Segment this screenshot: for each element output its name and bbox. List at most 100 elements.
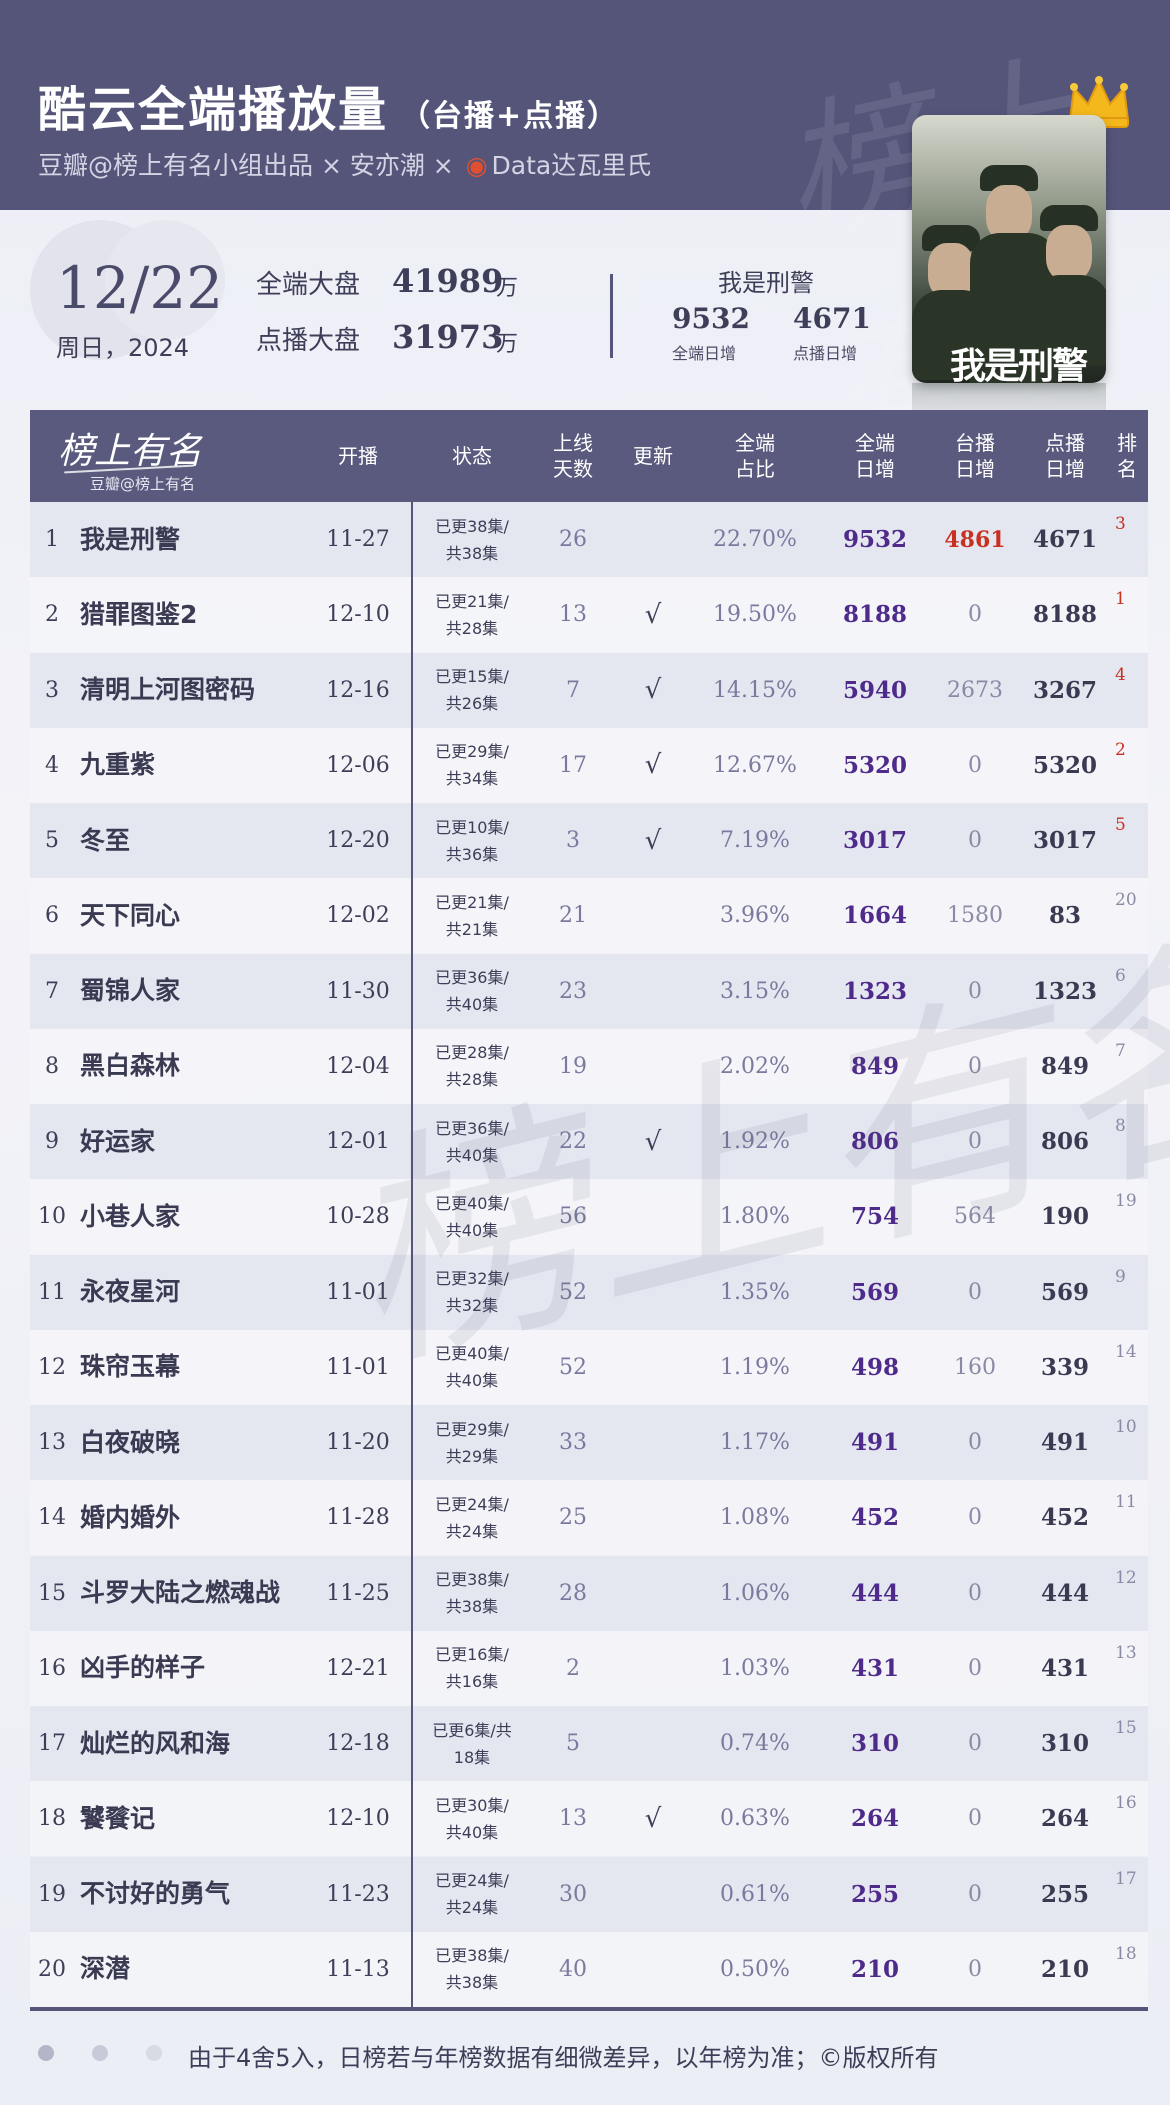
row-start-date: 11-25 [326,1580,390,1606]
row-vod-daily: 444 [1040,1579,1089,1607]
row-status-line2: 共40集 [445,1822,499,1842]
row-status-line1: 已更36集/ [435,1118,509,1138]
page-title: 酷云全端播放量 （台播+点播） [38,70,619,140]
row-start-date: 11-01 [326,1279,390,1305]
byline: 豆瓣@榜上有名小组出品 × 安亦潮 × ◉ Data达瓦里氏 [38,146,651,182]
row-status-line1: 已更40集/ [435,1193,509,1213]
header-status: 状态 [452,444,492,468]
row-status: 已更40集/共40集 [416,1330,528,1405]
row-name: 九重紫 [80,750,156,780]
title-main: 酷云全端播放量 [38,82,389,138]
header-total-line1: 全端 [855,431,895,455]
row-name: 深潜 [80,1954,131,1984]
row-update-check [618,1706,688,1781]
row-status: 已更30集/共40集 [416,1781,528,1856]
row-status-line2: 共34集 [445,769,499,789]
featured-total-label: 全端日增 [672,344,737,363]
row-status-line1: 已更36集/ [435,968,509,987]
row-status-line2: 共16集 [445,1672,499,1692]
header-share-line2: 占比 [735,457,775,481]
row-status: 已更40集/共40集 [416,1179,528,1254]
row-total-daily: 5940 [842,676,907,704]
row-share: 2.02% [720,1053,790,1079]
row-status-line1: 已更40集/ [435,1344,509,1364]
row-share: 0.61% [720,1881,790,1907]
header-share: 全端 占比 [690,430,820,482]
header-update: 更新 [633,444,673,468]
row-status-line1: 已更30集/ [435,1795,509,1815]
row-total-daily: 569 [850,1278,899,1306]
row-tv-daily: 564 [954,1204,996,1230]
row-days-online: 21 [559,903,587,929]
row-days-online: 28 [559,1580,587,1606]
row-vod-daily: 8188 [1032,601,1097,629]
header-vod: 点播 日增 [1015,430,1115,482]
row-days-online: 30 [559,1881,587,1907]
row-status-line2: 共24集 [445,1521,499,1541]
byline-suffix: Data达瓦里氏 [491,151,652,180]
header-days: 上线 天数 [530,430,616,482]
row-status: 已更15集/共26集 [416,653,528,728]
row-start-date: 10-28 [326,1204,390,1230]
row-total-daily: 310 [850,1730,899,1757]
featured-vod-label: 点播日增 [793,344,858,363]
row-vod-daily: 3267 [1032,676,1097,704]
footer-dot-2 [92,2045,108,2061]
row-start-date: 11-30 [326,978,390,1004]
row-position: 7 [1115,1040,1126,1061]
row-tv-daily: 0 [968,1655,982,1681]
row-rank: 1 [45,527,59,552]
row-status-line1: 已更21集/ [435,591,509,611]
row-total-daily: 9532 [842,526,907,553]
weekday-year: 周日，2024 [56,334,190,362]
row-start-date: 12-21 [326,1655,390,1681]
row-vod-daily: 310 [1040,1730,1089,1757]
row-name: 珠帘玉幕 [80,1352,181,1382]
row-total-daily: 1664 [842,902,907,930]
featured-vod-value: 4671 [793,302,871,335]
row-position: 16 [1115,1793,1137,1814]
row-tv-daily: 1580 [947,903,1003,929]
row-status-line1: 已更6集/共 [432,1720,512,1740]
row-vod-daily: 3017 [1032,827,1097,854]
row-status-line2: 共26集 [445,694,499,713]
row-status: 已更28集/共28集 [416,1029,528,1104]
status-column-divider [411,502,413,2007]
row-days-online: 17 [559,752,587,778]
row-name: 白夜破晓 [80,1427,181,1457]
row-days-online: 19 [559,1053,587,1079]
row-position: 12 [1115,1567,1137,1588]
row-days-online: 52 [559,1354,587,1380]
row-days-online: 13 [559,1806,587,1832]
row-total-daily: 806 [850,1128,899,1155]
row-status-line2: 共28集 [445,1070,499,1090]
row-share: 1.17% [720,1430,790,1455]
header-vod-line1: 点播 [1045,431,1085,455]
row-status: 已更36集/共40集 [416,1104,528,1179]
row-share: 0.50% [720,1956,790,1982]
table-logo-sub: 豆瓣@榜上有名 [90,475,196,493]
row-status-line2: 共38集 [445,1973,499,1993]
row-vod-daily: 849 [1040,1052,1089,1080]
row-rank: 11 [38,1279,66,1305]
row-status: 已更29集/共34集 [416,728,528,803]
row-update-check [618,1857,688,1932]
row-vod-daily: 569 [1040,1278,1089,1306]
featured-show-name: 我是刑警 [718,269,814,297]
row-total-daily: 1323 [842,977,907,1005]
table-row: 20 深潜 11-13 40 0.50% 210 0 210 已更38集/共38集 18 [30,1931,1148,2007]
row-update-check: √ [644,599,662,630]
row-vod-daily: 264 [1040,1805,1089,1833]
row-update-check [618,1556,688,1631]
poster-image: 我是刑警 [912,115,1106,383]
row-rank: 16 [38,1655,66,1681]
row-update-check [618,1330,688,1405]
row-name: 我是刑警 [80,524,181,554]
row-total-daily: 498 [850,1353,899,1381]
row-update-check: √ [644,750,662,781]
row-status-line2: 共28集 [445,618,499,638]
row-vod-daily: 190 [1040,1203,1089,1231]
row-rank: 15 [38,1580,66,1606]
row-share: 1.80% [720,1204,790,1230]
row-status-line2: 共38集 [445,543,499,563]
